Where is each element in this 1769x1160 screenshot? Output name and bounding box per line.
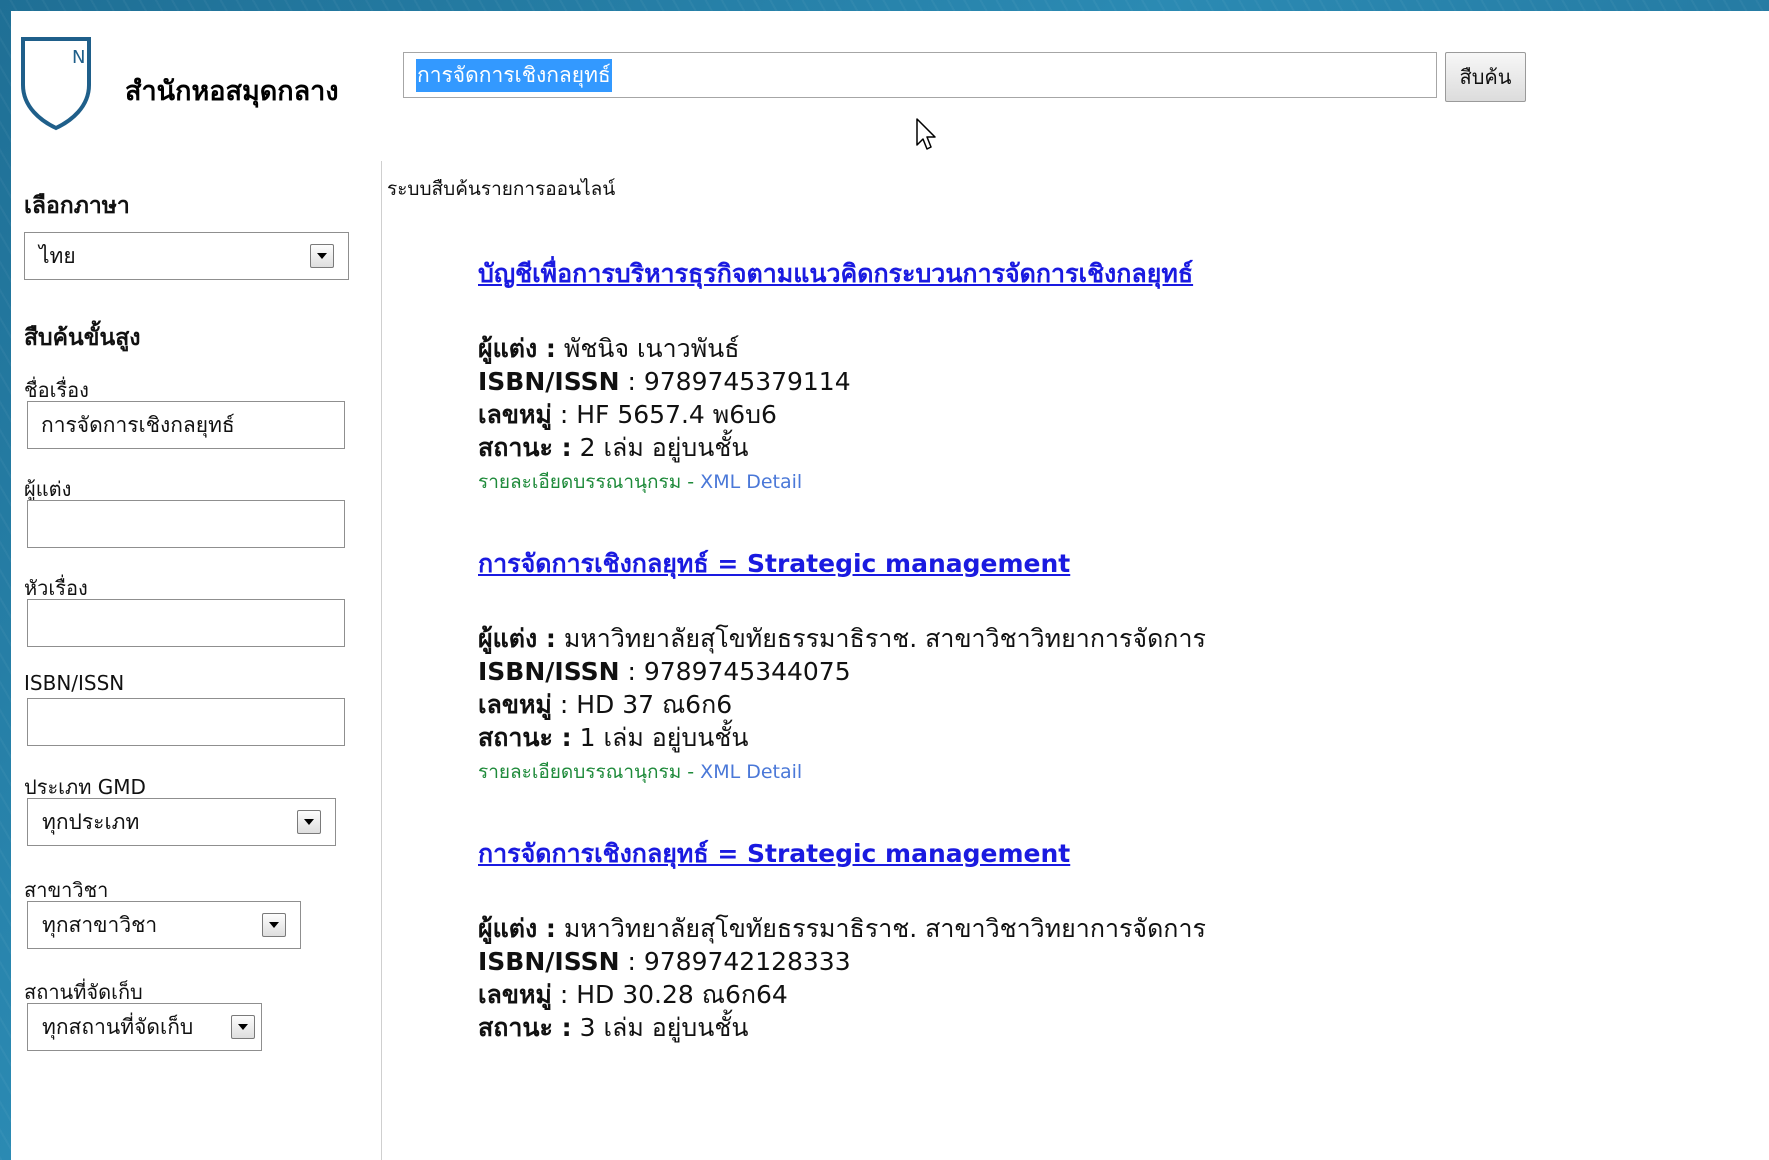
- isbn-value: : 9789745344075: [619, 657, 851, 686]
- link-separator: -: [681, 761, 701, 783]
- isbn-value: : 9789742128333: [619, 947, 851, 976]
- site-title[interactable]: สำนักหอสมุดกลาง: [125, 69, 339, 112]
- status-key: สถานะ :: [478, 433, 572, 462]
- search-button[interactable]: สืบค้น: [1445, 52, 1526, 102]
- language-select-value: ไทย: [39, 243, 76, 268]
- callno-value: : HF 5657.4 พ6บ6: [551, 400, 777, 429]
- search-input[interactable]: การจัดการเชิงกลยุทธ์: [403, 52, 1437, 98]
- callno-key: เลขหมู่: [478, 690, 552, 719]
- xml-detail-link[interactable]: XML Detail: [700, 761, 802, 783]
- sidebar: เลือกภาษา ไทย สืบค้นขั้นสูง ชื่อเรื่อง ก…: [11, 161, 382, 1160]
- chevron-down-icon[interactable]: [231, 1015, 255, 1039]
- isbn-input[interactable]: [27, 698, 345, 746]
- browser-page: N สำนักหอสมุดกลาง การจัดการเชิงกลยุทธ์ ส…: [11, 11, 1769, 1160]
- language-select[interactable]: ไทย: [24, 232, 349, 280]
- gmd-select-value: ทุกประเภท: [42, 809, 140, 834]
- author-value: มหาวิทยาลัยสุโขทัยธรรมาธิราช. สาขาวิชาวิ…: [555, 624, 1206, 653]
- status-value: 3 เล่ม อยู่บนชั้น: [571, 1013, 749, 1042]
- callno-value: : HD 30.28 ณ6ก64: [551, 980, 788, 1009]
- gmd-select[interactable]: ทุกประเภท: [27, 798, 336, 846]
- author-input[interactable]: [27, 500, 345, 548]
- author-key: ผู้แต่ง :: [478, 914, 556, 943]
- callno-key: เลขหมู่: [478, 980, 552, 1009]
- status-value: 2 เล่ม อยู่บนชั้น: [571, 433, 749, 462]
- callno-value: : HD 37 ณ6ก6: [551, 690, 733, 719]
- callno-key: เลขหมู่: [478, 400, 552, 429]
- result-status: สถานะ : 3 เล่ม อยู่บนชั้น: [478, 1011, 1678, 1044]
- branch-select-value: ทุกสาขาวิชา: [42, 912, 158, 937]
- chevron-down-icon[interactable]: [297, 810, 321, 834]
- isbn-value: : 9789745379114: [619, 367, 851, 396]
- result-item: การจัดการเชิงกลยุทธ์ = Strategic managem…: [478, 544, 1678, 787]
- branch-select[interactable]: ทุกสาขาวิชา: [27, 901, 301, 949]
- location-select[interactable]: ทุกสถานที่จัดเก็บ: [27, 1003, 262, 1051]
- title-input-value: การจัดการเชิงกลยุทธ์: [41, 412, 235, 437]
- search-input-value: การจัดการเชิงกลยุทธ์: [416, 58, 612, 92]
- chevron-down-icon[interactable]: [310, 244, 334, 268]
- author-value: มหาวิทยาลัยสุโขทัยธรรมาธิราช. สาขาวิชาวิ…: [555, 914, 1206, 943]
- shield-logo-icon[interactable]: N: [19, 33, 93, 131]
- result-isbn: ISBN/ISSN : 9789745344075: [478, 655, 1678, 688]
- title-input[interactable]: การจัดการเชิงกลยุทธ์: [27, 401, 345, 449]
- mouse-cursor-icon: [916, 118, 936, 150]
- language-heading: เลือกภาษา: [24, 193, 130, 219]
- result-isbn: ISBN/ISSN : 9789742128333: [478, 945, 1678, 978]
- result-status: สถานะ : 2 เล่ม อยู่บนชั้น: [478, 431, 1678, 464]
- result-isbn: ISBN/ISSN : 9789745379114: [478, 365, 1678, 398]
- result-title-link[interactable]: การจัดการเชิงกลยุทธ์ = Strategic managem…: [478, 544, 1678, 584]
- bibliography-link[interactable]: รายละเอียดบรรณานุกรม: [478, 761, 681, 783]
- result-title-link[interactable]: การจัดการเชิงกลยุทธ์ = Strategic managem…: [478, 834, 1678, 874]
- logo-letter: N: [72, 47, 85, 68]
- xml-detail-link[interactable]: XML Detail: [700, 471, 802, 493]
- result-author: ผู้แต่ง : มหาวิทยาลัยสุโขทัยธรรมาธิราช. …: [478, 622, 1678, 655]
- result-item: บัญชีเพื่อการบริหารธุรกิจตามแนวคิดกระบวน…: [478, 254, 1678, 497]
- isbn-key: ISBN/ISSN: [478, 947, 620, 976]
- subject-input[interactable]: [27, 599, 345, 647]
- isbn-label: ISBN/ISSN: [24, 671, 125, 695]
- advanced-search-heading: สืบค้นขั้นสูง: [24, 325, 141, 351]
- result-links: รายละเอียดบรรณานุกรม - XML Detail: [478, 467, 1678, 497]
- result-callno: เลขหมู่ : HF 5657.4 พ6บ6: [478, 398, 1678, 431]
- status-key: สถานะ :: [478, 723, 572, 752]
- result-author: ผู้แต่ง : มหาวิทยาลัยสุโขทัยธรรมาธิราช. …: [478, 912, 1678, 945]
- result-item: การจัดการเชิงกลยุทธ์ = Strategic managem…: [478, 834, 1678, 1044]
- result-callno: เลขหมู่ : HD 37 ณ6ก6: [478, 688, 1678, 721]
- isbn-key: ISBN/ISSN: [478, 657, 620, 686]
- link-separator: -: [681, 471, 701, 493]
- result-callno: เลขหมู่ : HD 30.28 ณ6ก64: [478, 978, 1678, 1011]
- location-select-value: ทุกสถานที่จัดเก็บ: [42, 1014, 194, 1039]
- author-key: ผู้แต่ง :: [478, 334, 556, 363]
- isbn-key: ISBN/ISSN: [478, 367, 620, 396]
- author-key: ผู้แต่ง :: [478, 624, 556, 653]
- bibliography-link[interactable]: รายละเอียดบรรณานุกรม: [478, 471, 681, 493]
- status-key: สถานะ :: [478, 1013, 572, 1042]
- result-links: รายละเอียดบรรณานุกรม - XML Detail: [478, 757, 1678, 787]
- result-title-link[interactable]: บัญชีเพื่อการบริหารธุรกิจตามแนวคิดกระบวน…: [478, 254, 1678, 294]
- result-author: ผู้แต่ง : พัชนิจ เนาวพันธ์: [478, 332, 1678, 365]
- chevron-down-icon[interactable]: [262, 913, 286, 937]
- status-value: 1 เล่ม อยู่บนชั้น: [571, 723, 749, 752]
- result-status: สถานะ : 1 เล่ม อยู่บนชั้น: [478, 721, 1678, 754]
- author-value: พัชนิจ เนาวพันธ์: [555, 334, 740, 363]
- page-heading: ระบบสืบค้นรายการออนไลน์: [387, 178, 616, 200]
